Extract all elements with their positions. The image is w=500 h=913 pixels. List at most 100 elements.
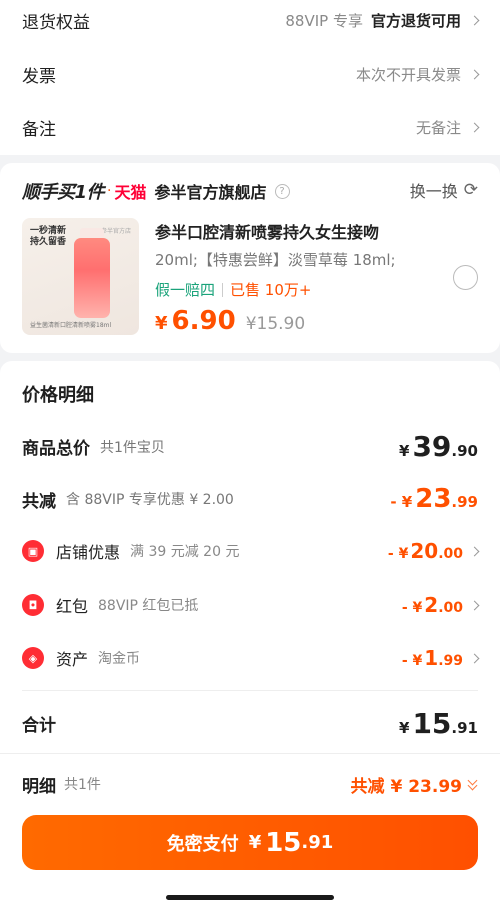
assets-note: 淘金币 [98,651,141,667]
amount-decimal: .91 [301,832,334,853]
red-packet-amount: - ¥ 2 .00 [402,593,463,617]
store-discount-row[interactable]: ▣ 店铺优惠 满 39 元减 20 元 - ¥ 20 .00 [22,538,480,564]
pay-button-label: 免密支付 [166,833,239,855]
currency-symbol: - ¥ [401,653,423,669]
divider [22,690,478,691]
amount-integer: 20 [410,539,439,563]
amount-integer: 23 [415,484,452,514]
return-rights-label: 退货权益 [22,12,90,33]
shunshou-logo: 顺手买1件 [22,182,105,203]
remark-label: 备注 [22,119,56,140]
home-indicator[interactable] [166,895,334,900]
separator-dot: · [107,183,112,199]
refresh-icon: ⟳ [463,180,478,200]
return-rights-status: 官方退货可用 [370,11,461,30]
asset-tag-icon: ◈ [22,647,44,669]
amount-integer: 15 [412,707,452,740]
total-reduction-note: 含 88VIP 专享优惠 ¥ 2.00 [66,492,234,508]
price-value: 6.90 [171,306,236,336]
amount-integer: 15 [265,827,302,858]
store-discount-rule: 满 39 元减 20 元 [130,544,240,560]
help-icon[interactable]: ? [274,183,290,199]
swap-label: 换一换 [409,182,458,201]
tag-divider [222,282,224,297]
amount-decimal: .99 [438,653,463,669]
currency-symbol: - ¥ [387,546,409,562]
invoice-row[interactable]: 发票 本次不开具发票 [22,60,480,88]
reduction-text: 共减 ¥ 23.99 [350,776,462,797]
double-chevron-down-icon [468,777,478,791]
remark-status: 无备注 [415,118,461,137]
sum-amount: ¥ 15 .91 [399,707,478,740]
original-price: ¥15.90 [245,314,306,334]
sum-row: 合计 ¥ 15 .91 [22,707,478,740]
invoice-label: 发票 [22,66,56,87]
product-thumbnail[interactable]: 一秒清新 持久留香 参半官方店 益生菌清新口腔清新喷雾18ml [22,218,139,335]
currency-symbol: ¥ [248,832,262,853]
chevron-right-icon [469,600,480,610]
invoice-value: 本次不开具发票 [355,64,480,85]
order-settings-card: 退货权益 88VIP 专享 官方退货可用 发票 本次不开具发票 备注 无备注 [0,0,500,155]
red-packet-icon: ◘ [22,594,44,616]
goods-total-row: 商品总价 共1件宝贝 ¥ 39 .90 [22,430,478,463]
goods-total-amount: ¥ 39 .90 [399,430,478,463]
amount-integer: 39 [412,430,452,463]
amount-decimal: .90 [451,442,478,460]
chevron-right-icon [469,69,480,79]
chevron-right-icon [469,653,480,663]
goods-total-count: 共1件宝贝 [100,439,165,456]
price-currency: ¥ [155,313,168,334]
total-reduction-row: 共减 含 88VIP 专享优惠 ¥ 2.00 - ¥ 23 .99 [22,484,478,514]
detail-summary-label: 明细 [22,776,56,797]
thumb-brand: 参半官方店 [100,228,131,235]
chevron-right-icon [469,546,480,556]
currency-symbol: ¥ [399,719,410,737]
currency-symbol: ¥ [399,442,410,460]
detail-summary-reduction: 共减 ¥ 23.99 [351,772,478,797]
red-packet-row[interactable]: ◘ 红包 88VIP 红包已抵 - ¥ 2 .00 [22,592,480,618]
product-spec[interactable]: 20ml;【特惠尝鲜】淡雪草莓 18ml; [155,249,396,270]
red-packet-label: 红包 [56,597,89,616]
guarantee-tag: 假一赔四 [155,281,216,299]
product-tags: 假一赔四 已售 10万+ [155,279,311,300]
thumb-footnote: 益生菌清新口腔清新喷雾18ml [30,322,112,329]
return-rights-value: 88VIP 专享 官方退货可用 [285,10,480,31]
invoice-status: 本次不开具发票 [355,65,461,84]
remark-value: 无备注 [415,117,480,138]
chevron-right-icon [469,122,480,132]
currency-symbol: - ¥ [401,600,423,616]
total-reduction-label: 共减 [22,491,56,512]
spray-bottle-shape [74,238,110,318]
sum-label: 合计 [22,716,56,736]
assets-label: 资产 [56,650,89,669]
amount-decimal: .99 [451,493,478,511]
amount-integer: 2 [424,593,439,617]
amount-decimal: .00 [438,600,463,616]
chevron-right-icon [469,15,480,25]
store-discount-label: 店铺优惠 [56,543,121,562]
store-discount-amount: - ¥ 20 .00 [388,539,463,563]
amount-integer: 1 [424,646,439,670]
thumb-slogan: 一秒清新 持久留香 [30,226,67,247]
detail-summary-row[interactable]: 明细 共1件 共减 ¥ 23.99 [22,771,478,797]
product-title[interactable]: 参半口腔清新喷雾持久女生接吻 [155,219,379,243]
price-detail-title: 价格明细 [22,385,94,406]
amount-decimal: .00 [438,546,463,562]
red-packet-note: 88VIP 红包已抵 [98,598,199,614]
sold-count: 已售 10万+ [230,281,312,299]
return-rights-row[interactable]: 退货权益 88VIP 专享 官方退货可用 [22,6,480,34]
select-product-radio[interactable] [453,265,478,290]
amount-decimal: .91 [451,719,478,737]
swap-button[interactable]: 换一换 ⟳ [410,178,478,202]
store-header: 顺手买1件 · 天猫 参半官方旗舰店 ? 换一换 ⟳ [22,178,478,204]
product-price: ¥ 6.90 ¥15.90 [155,306,305,336]
pay-button[interactable]: 免密支付 ¥ 15 .91 [22,815,478,870]
total-reduction-amount: - ¥ 23 .99 [390,484,478,514]
assets-row[interactable]: ◈ 资产 淘金币 - ¥ 1 .99 [22,645,480,671]
currency-symbol: - ¥ [390,493,413,511]
return-rights-vip: 88VIP 专享 [285,11,363,30]
remark-row[interactable]: 备注 无备注 [22,113,480,141]
assets-amount: - ¥ 1 .99 [402,646,463,670]
store-coupon-icon: ▣ [22,540,44,562]
store-name[interactable]: 参半官方旗舰店 [155,179,267,203]
